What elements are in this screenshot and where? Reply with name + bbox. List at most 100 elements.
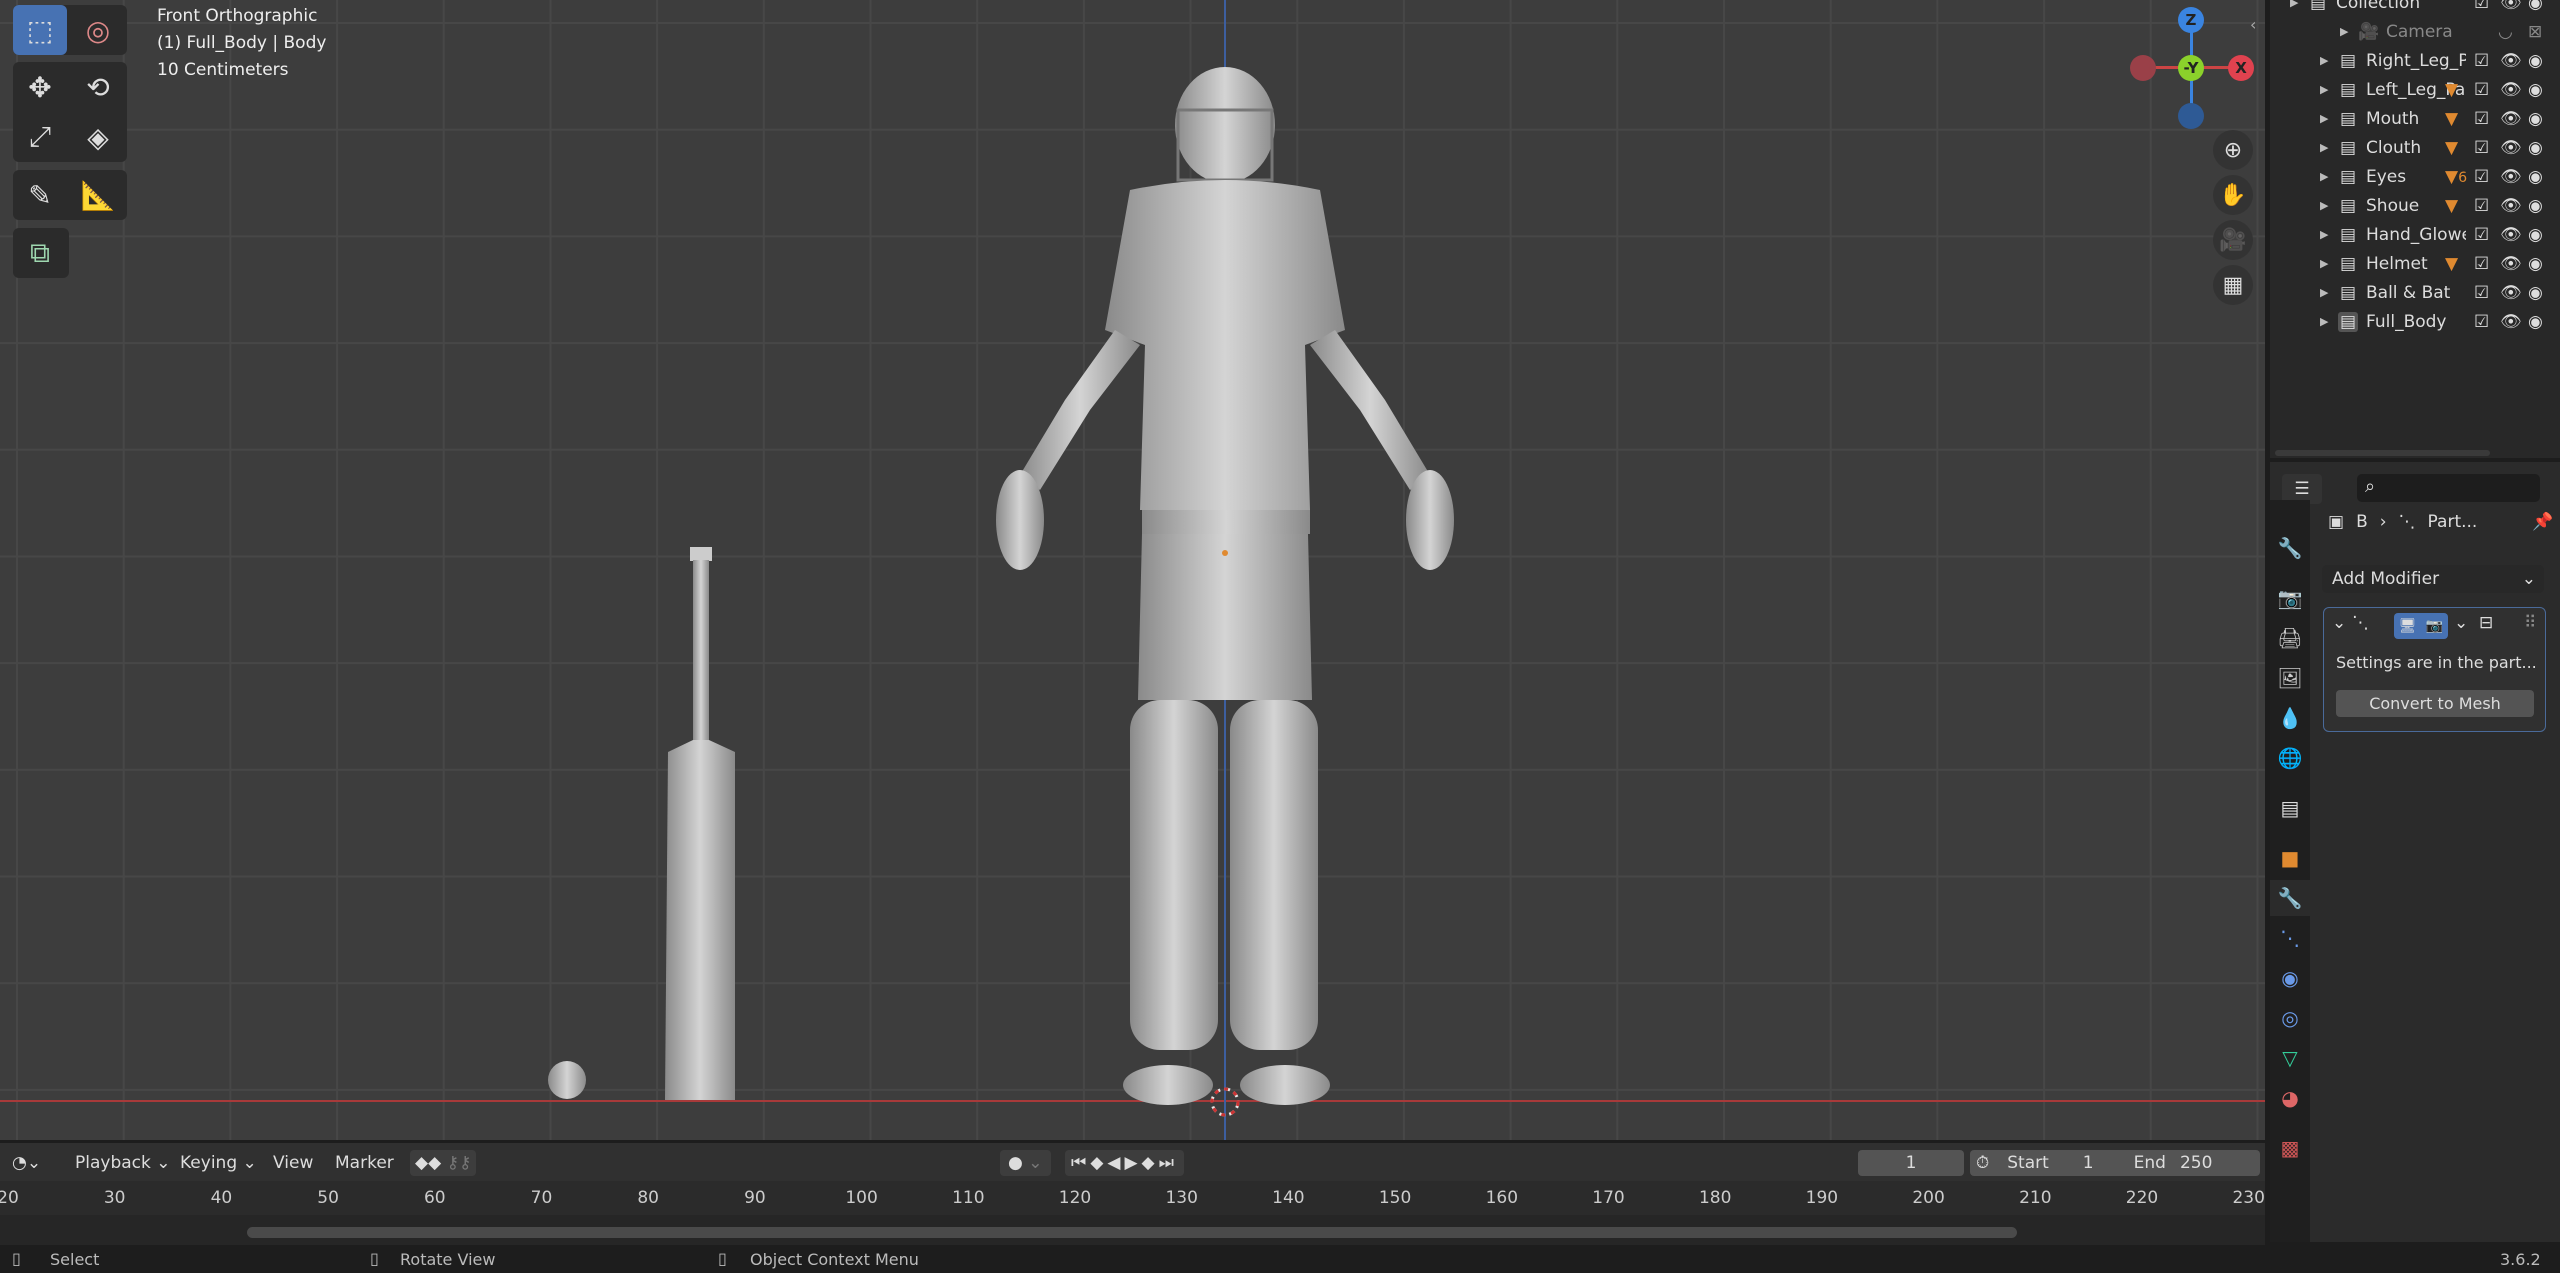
expand-arrow-icon[interactable]: ▶ bbox=[2320, 141, 2328, 154]
outliner[interactable]: ▶ ▤ Collection ☑ 👁 ◉ ▶ 🎥 Camera ◡ ⊠ ▶ ▤ Right_Leg_P ☑ 👁… bbox=[2270, 0, 2560, 458]
pan-button[interactable]: ✋ bbox=[2213, 175, 2253, 215]
viewport-display-icon[interactable]: 🖥 bbox=[2399, 618, 2417, 634]
tab-tool[interactable]: 🔧 bbox=[2270, 530, 2310, 566]
add-cube-tool[interactable]: ⧉ bbox=[13, 228, 67, 278]
scene-models[interactable] bbox=[0, 0, 2265, 1140]
checkbox-icon[interactable]: ☑ bbox=[2474, 225, 2489, 245]
cricket-ball[interactable] bbox=[548, 1061, 586, 1099]
camera-render-icon[interactable]: ◉ bbox=[2528, 0, 2543, 13]
modifier-visibility-toggles[interactable]: 🖥 📷 bbox=[2394, 613, 2448, 639]
eye-icon[interactable]: 👁 bbox=[2500, 312, 2522, 332]
eye-icon[interactable]: 👁 bbox=[2500, 225, 2522, 245]
expand-arrow-icon[interactable]: ▶ bbox=[2290, 0, 2298, 9]
checkbox-icon[interactable]: ☑ bbox=[2474, 167, 2489, 187]
expand-arrow-icon[interactable]: ▶ bbox=[2320, 228, 2328, 241]
expand-arrow-icon[interactable]: ▶ bbox=[2320, 54, 2328, 67]
outliner-row[interactable]: ▶ ▤ Helmet ▼ ☑ 👁 ◉ bbox=[2270, 249, 2560, 278]
outliner-row[interactable]: ▶ ▤ Collection ☑ 👁 ◉ bbox=[2270, 0, 2560, 17]
tab-physics[interactable]: ◉ bbox=[2270, 960, 2310, 996]
menu-playback[interactable]: Playback ⌄ bbox=[75, 1150, 171, 1176]
ortho-toggle-button[interactable]: ▦ bbox=[2213, 265, 2253, 305]
expand-arrow-icon[interactable]: ▶ bbox=[2320, 199, 2328, 212]
eye-icon[interactable]: 👁 bbox=[2500, 283, 2522, 303]
eye-icon[interactable]: 👁 bbox=[2500, 51, 2522, 71]
camera-view-button[interactable]: 🎥 bbox=[2213, 220, 2253, 260]
tab-collection[interactable]: ▤ bbox=[2270, 790, 2310, 826]
expand-arrow-icon[interactable]: ▶ bbox=[2320, 315, 2328, 328]
eye-icon[interactable]: 👁 bbox=[2500, 109, 2522, 129]
camera-render-icon[interactable]: ◉ bbox=[2528, 225, 2543, 245]
tab-render[interactable]: 📷 bbox=[2270, 580, 2310, 616]
expand-arrow-icon[interactable]: ▶ bbox=[2320, 170, 2328, 183]
chevron-down-icon[interactable]: ⌄ bbox=[2454, 613, 2468, 633]
camera-render-icon[interactable]: ◉ bbox=[2528, 80, 2543, 100]
tab-view-layer[interactable]: 🖼 bbox=[2270, 660, 2310, 696]
camera-render-icon[interactable]: ◉ bbox=[2528, 109, 2543, 129]
select-box-tool[interactable]: ⬚ bbox=[13, 5, 67, 55]
tab-output[interactable]: 🖨 bbox=[2270, 620, 2310, 656]
cursor-tool[interactable]: ◎ bbox=[71, 5, 125, 55]
3d-viewport[interactable]: Front Orthographic (1) Full_Body | Body … bbox=[0, 0, 2265, 1140]
stopwatch-icon[interactable]: ⏱ bbox=[1976, 1153, 1989, 1173]
checkbox-icon[interactable]: ☑ bbox=[2474, 80, 2489, 100]
checkbox-icon[interactable]: ☑ bbox=[2474, 312, 2489, 332]
gizmo-neg-x-axis[interactable] bbox=[2130, 55, 2156, 81]
checkbox-icon[interactable]: ☑ bbox=[2474, 109, 2489, 129]
tab-constraints[interactable]: ◎ bbox=[2270, 1000, 2310, 1036]
camera-render-icon[interactable]: ◉ bbox=[2528, 51, 2543, 71]
cricket-bat[interactable] bbox=[665, 547, 735, 1100]
tab-particles[interactable]: ⋱ bbox=[2270, 920, 2310, 956]
menu-view[interactable]: View bbox=[273, 1150, 313, 1176]
outliner-label[interactable]: Hand_Glowe bbox=[2366, 225, 2466, 245]
checkbox-icon[interactable]: ☑ bbox=[2474, 254, 2489, 274]
outliner-row[interactable]: ▶ ▤ Full_Body ☑ 👁 ◉ bbox=[2270, 307, 2560, 336]
tab-scene[interactable]: 💧 bbox=[2270, 700, 2310, 736]
keyframe-buttons[interactable]: ◆◆ ⚷⚷ bbox=[410, 1150, 477, 1176]
expand-arrow-icon[interactable]: ▶ bbox=[2340, 25, 2348, 38]
camera-render-icon[interactable]: ◉ bbox=[2528, 254, 2543, 274]
menu-marker[interactable]: Marker bbox=[335, 1150, 394, 1176]
expand-arrow-icon[interactable]: ▶ bbox=[2320, 112, 2328, 125]
camera-render-icon[interactable]: ◉ bbox=[2528, 196, 2543, 216]
gizmo-x-axis[interactable]: X bbox=[2228, 55, 2254, 81]
outliner-scrollbar[interactable] bbox=[2275, 450, 2490, 456]
expand-arrow-icon[interactable]: ▶ bbox=[2320, 83, 2328, 96]
outliner-label[interactable]: Ball & Bat bbox=[2366, 283, 2466, 303]
measure-tool[interactable]: 📐 bbox=[71, 170, 125, 220]
timeline-scrollbar[interactable] bbox=[247, 1227, 2017, 1238]
start-field[interactable]: 1 bbox=[2083, 1153, 2094, 1173]
zoom-button[interactable]: ⊕ bbox=[2213, 130, 2253, 170]
eye-icon[interactable]: 👁 bbox=[2500, 0, 2522, 13]
tab-texture[interactable]: ▩ bbox=[2270, 1130, 2310, 1166]
annotate-tool[interactable]: ✎ bbox=[13, 170, 67, 220]
playback-controls[interactable]: ⏮ ◆ ◀ ▶ ◆ ⏭ bbox=[1065, 1150, 1184, 1176]
breadcrumb-object[interactable]: B bbox=[2356, 512, 2368, 532]
menu-keying[interactable]: Keying ⌄ bbox=[180, 1150, 257, 1176]
add-modifier-dropdown[interactable]: Add Modifier ⌄ bbox=[2322, 565, 2544, 593]
current-frame-field[interactable]: 1 bbox=[1858, 1150, 1964, 1176]
tab-modifier[interactable]: 🔧 bbox=[2270, 880, 2310, 916]
properties-search[interactable] bbox=[2357, 474, 2540, 502]
expand-arrow-icon[interactable]: ▶ bbox=[2320, 286, 2328, 299]
eye-icon[interactable]: 👁 bbox=[2500, 254, 2522, 274]
outliner-row[interactable]: ▶ 🎥 Camera ◡ ⊠ bbox=[2270, 17, 2560, 46]
drag-handle-icon[interactable]: ⠿ bbox=[2524, 613, 2536, 633]
outliner-row[interactable]: ▶ ▤ Mouth ▼ ☑ 👁 ◉ bbox=[2270, 104, 2560, 133]
eye-icon[interactable]: 👁 bbox=[2500, 196, 2522, 216]
eye-icon[interactable]: 👁 bbox=[2500, 167, 2522, 187]
move-tool[interactable]: ✥ bbox=[13, 62, 67, 112]
rotate-tool[interactable]: ⟲ bbox=[71, 62, 125, 112]
camera-render-icon[interactable]: ◉ bbox=[2528, 138, 2543, 158]
camera-render-icon[interactable]: ◉ bbox=[2528, 283, 2543, 303]
outliner-row[interactable]: ▶ ▤ Left_Leg_Pa ▼ ☑ 👁 ◉ bbox=[2270, 75, 2560, 104]
transform-tool[interactable]: ◈ bbox=[71, 112, 125, 162]
toggle-icon[interactable]: ⊟ bbox=[2479, 613, 2493, 633]
outliner-row[interactable]: ▶ ▤ Shoue ▼ ☑ 👁 ◉ bbox=[2270, 191, 2560, 220]
outliner-label[interactable]: Camera bbox=[2386, 22, 2486, 42]
3d-cursor[interactable] bbox=[1210, 1087, 1240, 1117]
eye-icon[interactable]: 👁 bbox=[2500, 80, 2522, 100]
checkbox-icon[interactable]: ☑ bbox=[2474, 51, 2489, 71]
collapse-icon[interactable]: ⌄ bbox=[2332, 613, 2346, 633]
outliner-row[interactable]: ▶ ▤ Ball & Bat ☑ 👁 ◉ bbox=[2270, 278, 2560, 307]
tab-material[interactable]: ◕ bbox=[2270, 1080, 2310, 1116]
